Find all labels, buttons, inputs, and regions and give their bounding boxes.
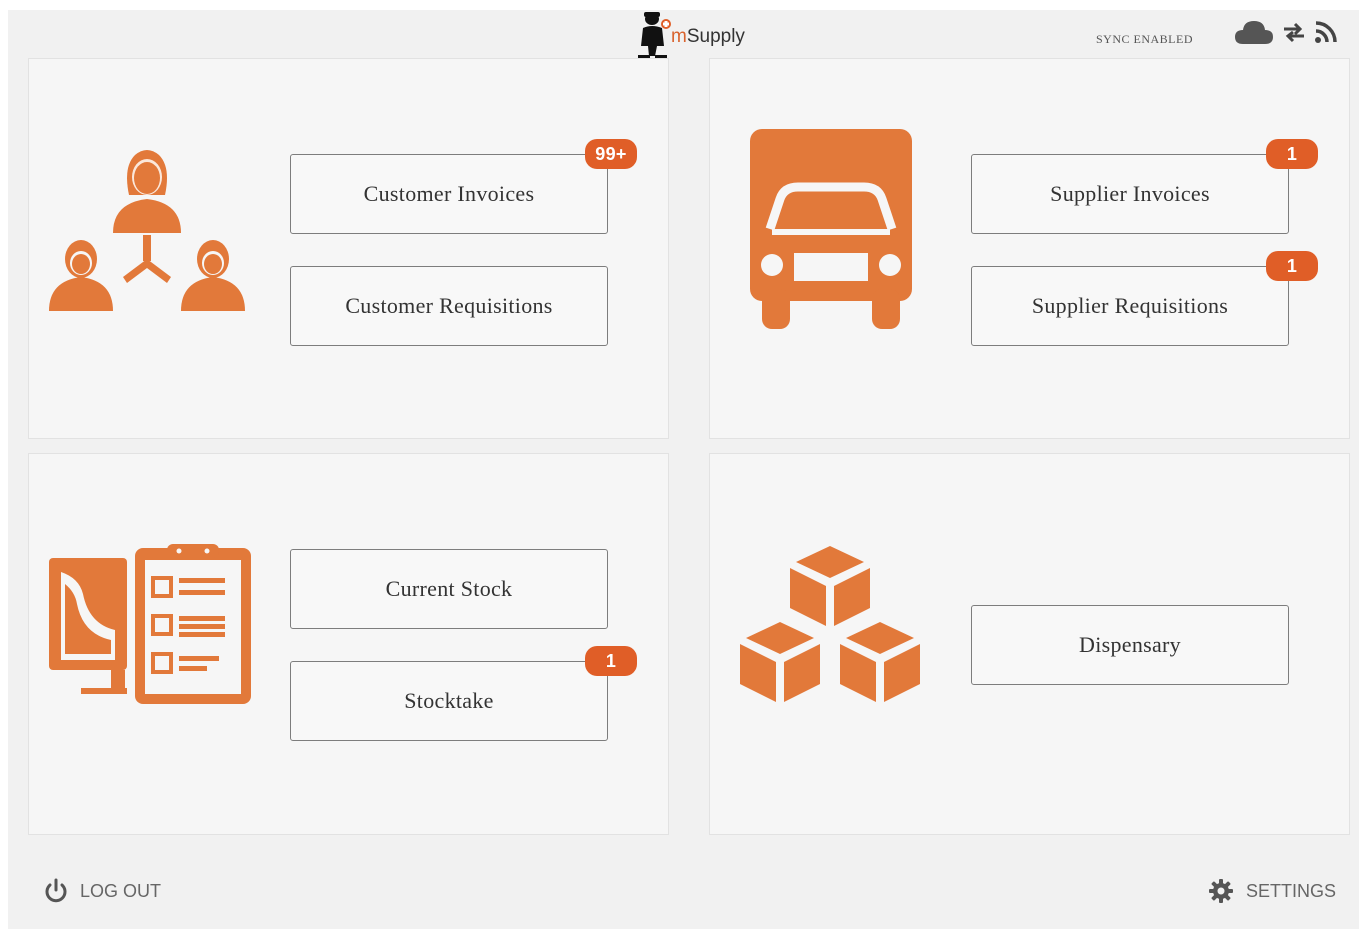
supplier-panel: Supplier Invoices 1 Supplier Requisition… — [709, 58, 1350, 439]
msupply-logo: mSupply — [635, 10, 745, 60]
supplier-requisitions-button[interactable]: Supplier Requisitions 1 — [971, 251, 1318, 346]
dispensary-button[interactable]: Dispensary — [971, 605, 1289, 685]
stocktake-label: Stocktake — [404, 688, 494, 713]
boxes-icon — [740, 546, 920, 702]
truck-icon — [750, 129, 912, 329]
stock-clipboard-icon — [49, 544, 251, 704]
logout-button[interactable]: LOG OUT — [44, 878, 161, 904]
app-window: mSupply SYNC ENABLED Customer Invoices 9… — [8, 10, 1359, 929]
supplier-invoices-badge: 1 — [1266, 139, 1318, 169]
dispensary-panel: Dispensary — [709, 453, 1350, 835]
sync-status-label: SYNC ENABLED — [1096, 32, 1194, 46]
settings-button[interactable]: SETTINGS — [1208, 878, 1336, 904]
customers-icon — [49, 150, 245, 311]
gear-icon — [1209, 879, 1233, 903]
cloud-icon — [1235, 21, 1273, 44]
customer-invoices-button[interactable]: Customer Invoices 99+ — [290, 139, 637, 234]
customer-invoices-label: Customer Invoices — [363, 181, 535, 206]
supplier-requisitions-label: Supplier Requisitions — [1031, 293, 1229, 318]
current-stock-button[interactable]: Current Stock — [290, 549, 608, 629]
current-stock-label: Current Stock — [385, 576, 513, 601]
power-icon — [45, 878, 67, 903]
supplier-invoices-label: Supplier Invoices — [1050, 181, 1210, 206]
customer-requisitions-label: Customer Requisitions — [345, 293, 553, 318]
settings-label: SETTINGS — [1246, 880, 1337, 901]
supplier-requisitions-badge: 1 — [1266, 251, 1318, 281]
rss-icon — [1315, 21, 1337, 43]
stock-panel: Current Stock Stocktake 1 — [28, 453, 669, 835]
customer-requisitions-button[interactable]: Customer Requisitions — [290, 266, 608, 346]
customer-invoices-badge: 99+ — [585, 139, 637, 169]
logo-text: mSupply — [671, 26, 745, 47]
stocktake-button[interactable]: Stocktake 1 — [290, 646, 637, 741]
sync-status-icons[interactable] — [1234, 18, 1338, 46]
stocktake-badge: 1 — [585, 646, 637, 676]
supplier-invoices-button[interactable]: Supplier Invoices 1 — [971, 139, 1318, 234]
customer-panel: Customer Invoices 99+ Customer Requisiti… — [28, 58, 669, 439]
logout-label: LOG OUT — [80, 880, 162, 901]
sync-arrows-icon — [1284, 22, 1304, 43]
logo-mascot-icon — [638, 12, 671, 59]
dispensary-label: Dispensary — [1079, 632, 1181, 657]
